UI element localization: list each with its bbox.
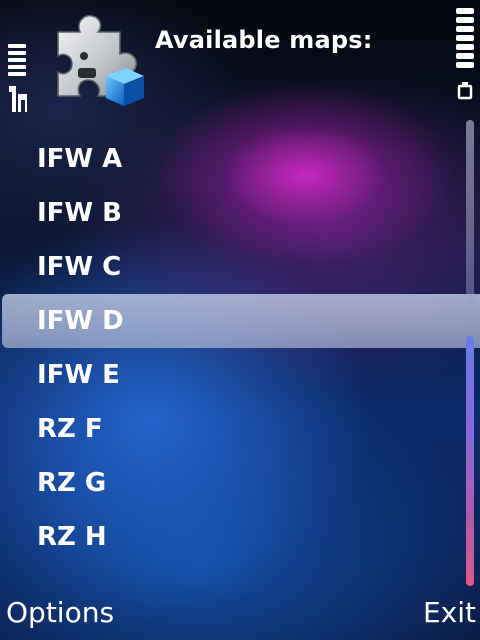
options-softkey[interactable]: Options	[6, 596, 114, 629]
puzzle-piece-icon	[57, 14, 144, 106]
list-item[interactable]: RZ F	[0, 402, 462, 456]
list-item[interactable]: IFW B	[0, 186, 462, 240]
exit-softkey[interactable]: Exit	[423, 596, 476, 629]
page-title: Available maps:	[155, 26, 373, 54]
battery-icon	[456, 8, 474, 100]
list-item[interactable]: IFW E	[0, 348, 462, 402]
list-item[interactable]: RZ G	[0, 456, 462, 510]
map-list: IFW A IFW B IFW C IFW D IFW E RZ F RZ G …	[0, 132, 480, 564]
scrollbar-thumb[interactable]	[466, 336, 474, 586]
signal-strength-icon	[8, 44, 27, 112]
scrollbar-upper	[466, 120, 474, 340]
list-item[interactable]: IFW A	[0, 132, 462, 186]
list-item-selected[interactable]: IFW D	[2, 294, 480, 348]
list-item[interactable]: RZ H	[0, 510, 462, 564]
list-item[interactable]: IFW C	[0, 240, 462, 294]
